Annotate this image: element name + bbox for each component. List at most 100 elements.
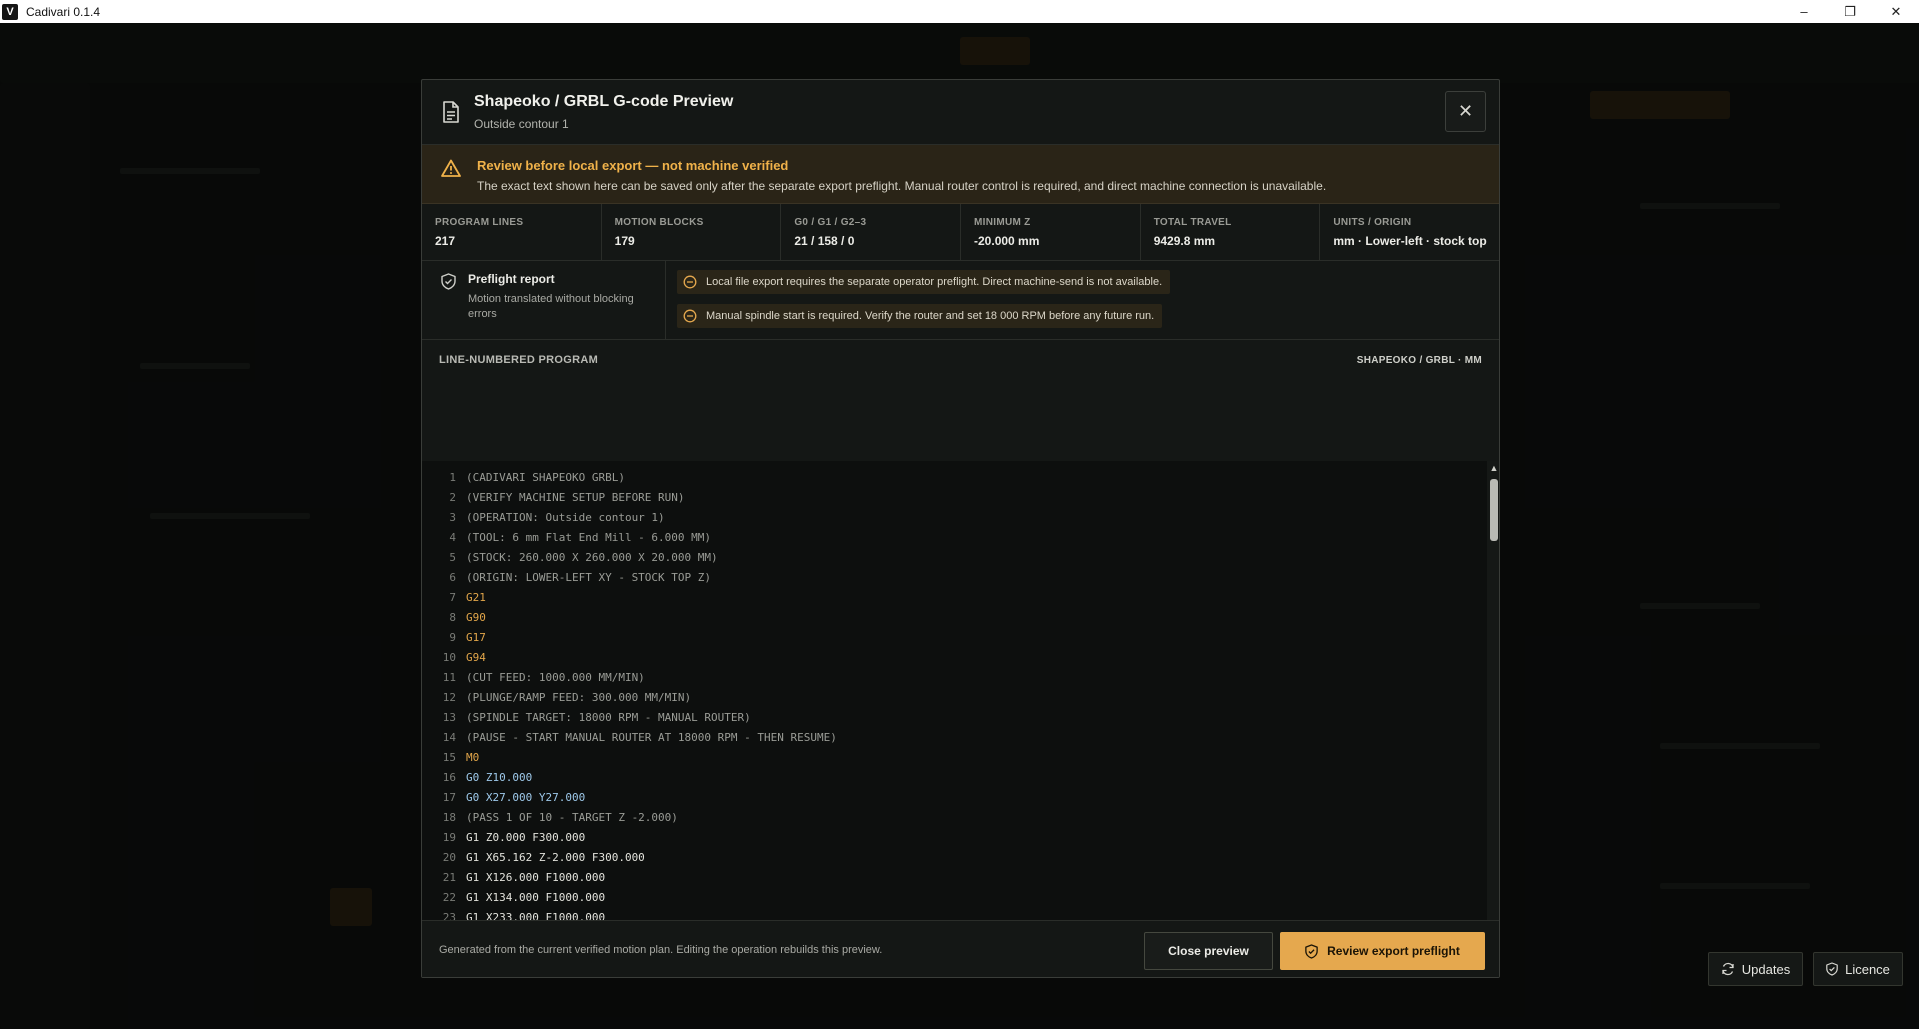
- stat-value: 179: [614, 234, 635, 248]
- code-line: 4 (TOOL: 6 mm Flat End Mill - 6.000 MM): [422, 527, 1499, 547]
- updates-button[interactable]: Updates: [1708, 952, 1803, 986]
- code-line: 16 G0 Z10.000: [422, 767, 1499, 787]
- code-line: 22 G1 X134.000 F1000.000: [422, 887, 1499, 907]
- line-code: G21: [466, 590, 486, 604]
- line-number: 9: [449, 630, 456, 644]
- preflight-note-text: Manual spindle start is required. Verify…: [706, 310, 1155, 322]
- app-logo-icon: V: [2, 3, 18, 20]
- info-circle-icon: [683, 275, 699, 289]
- code-scrollbar[interactable]: ▲ ▼: [1487, 461, 1499, 977]
- window-titlebar: V Cadivari 0.1.4 – ❐ ✕: [0, 0, 1919, 23]
- line-number: 13: [442, 710, 456, 724]
- line-number: 21: [442, 870, 456, 884]
- review-export-preflight-button[interactable]: Review export preflight: [1280, 932, 1485, 970]
- stat-label: TOTAL TRAVEL: [1153, 217, 1232, 228]
- line-code: (PASS 1 OF 10 - TARGET Z -2.000): [466, 810, 678, 824]
- code-line: 7 G21: [422, 587, 1499, 607]
- line-code: (VERIFY MACHINE SETUP BEFORE RUN): [466, 490, 685, 504]
- code-line: 17 G0 X27.000 Y27.000: [422, 787, 1499, 807]
- line-number: 3: [449, 510, 456, 524]
- code-line: 6 (ORIGIN: LOWER-LEFT XY - STOCK TOP Z): [422, 567, 1499, 587]
- stat-total-travel: TOTAL TRAVEL 9429.8 mm: [1141, 204, 1321, 260]
- window-title: Cadivari 0.1.4: [26, 4, 101, 19]
- line-code: G1 Z0.000 F300.000: [466, 830, 586, 844]
- line-number: 11: [442, 670, 456, 684]
- code-line: 21 G1 X126.000 F1000.000: [422, 867, 1499, 887]
- preflight-description: Motion translated without blocking error…: [468, 293, 634, 320]
- preflight-summary: Preflight report Motion translated witho…: [422, 261, 666, 339]
- program-machine-label: SHAPEOKO / GRBL · MM: [1356, 354, 1482, 366]
- line-code: G1 X134.000 F1000.000: [466, 890, 606, 904]
- shield-check-icon: [1826, 962, 1838, 976]
- footer-note: Generated from the current verified moti…: [439, 944, 883, 956]
- code-line: 20 G1 X65.162 Z-2.000 F300.000: [422, 847, 1499, 867]
- code-line: 3 (OPERATION: Outside contour 1): [422, 507, 1499, 527]
- shield-check-icon: [1305, 943, 1318, 959]
- scroll-up-arrow-icon[interactable]: ▲: [1489, 463, 1499, 473]
- line-number: 1: [449, 470, 456, 484]
- line-code: (STOCK: 260.000 X 260.000 X 20.000 MM): [466, 550, 718, 564]
- line-number: 5: [449, 550, 456, 564]
- preflight-report: Preflight report Motion translated witho…: [422, 261, 1499, 340]
- stat-label: PROGRAM LINES: [435, 217, 524, 228]
- licence-label: Licence: [1845, 961, 1890, 977]
- warning-text: The exact text shown here can be saved o…: [477, 179, 1327, 193]
- warning-banner: Review before local export — not machine…: [422, 145, 1499, 204]
- line-code: (CADIVARI SHAPEOKO GRBL): [466, 470, 625, 484]
- preflight-note-text: Local file export requires the separate …: [706, 276, 1163, 288]
- close-icon: ✕: [1457, 101, 1474, 121]
- line-number: 10: [442, 650, 456, 664]
- scrollbar-thumb[interactable]: [1490, 479, 1498, 541]
- code-line: 19 G1 Z0.000 F300.000: [422, 827, 1499, 847]
- shield-check-icon: [441, 273, 458, 339]
- line-code: M0: [466, 750, 480, 764]
- code-line: 18 (PASS 1 OF 10 - TARGET Z -2.000): [422, 807, 1499, 827]
- line-number: 22: [442, 890, 456, 904]
- dialog-close-button[interactable]: ✕: [1445, 91, 1486, 132]
- gcode-lines: 1 (CADIVARI SHAPEOKO GRBL) 2 (VERIFY MACHIN…: [422, 461, 1499, 978]
- line-code: G1 X126.000 F1000.000: [466, 870, 606, 884]
- dialog-footer: Generated from the current verified moti…: [422, 920, 1499, 977]
- line-code: G1 X65.162 Z-2.000 F300.000: [466, 850, 645, 864]
- review-export-preflight-label: Review export preflight: [1327, 944, 1460, 958]
- dialog-subtitle: Outside contour 1: [474, 117, 569, 131]
- line-number: 14: [442, 730, 456, 744]
- gcode-listing[interactable]: 1 (CADIVARI SHAPEOKO GRBL) 2 (VERIFY MACHIN…: [422, 461, 1499, 978]
- stat-value: 21 / 158 / 0: [794, 234, 855, 248]
- line-code: (TOOL: 6 mm Flat End Mill - 6.000 MM): [466, 530, 712, 544]
- close-preview-button[interactable]: Close preview: [1144, 932, 1273, 970]
- line-number: 15: [442, 750, 456, 764]
- stat-label: G0 / G1 / G2–3: [794, 217, 867, 228]
- window-controls: – ❐ ✕: [1781, 0, 1919, 23]
- line-number: 7: [449, 590, 456, 604]
- stat-value: mm · Lower-left · stock top: [1333, 234, 1487, 248]
- line-number: 18: [442, 810, 456, 824]
- stat-label: MINIMUM Z: [974, 217, 1031, 228]
- code-line: 1 (CADIVARI SHAPEOKO GRBL): [422, 467, 1499, 487]
- stat-value: -20.000 mm: [974, 234, 1040, 248]
- program-heading: LINE-NUMBERED PROGRAM: [439, 354, 599, 366]
- minimize-button[interactable]: –: [1781, 0, 1827, 23]
- line-number: 8: [449, 610, 456, 624]
- stat-motion-blocks: MOTION BLOCKS 179: [602, 204, 782, 260]
- code-line: 9 G17: [422, 627, 1499, 647]
- window-close-button[interactable]: ✕: [1873, 0, 1919, 23]
- stat-value: 217: [435, 234, 456, 248]
- line-number: 17: [442, 790, 456, 804]
- line-code: G90: [466, 610, 486, 624]
- code-line: 13 (SPINDLE TARGET: 18000 RPM - MANUAL RO…: [422, 707, 1499, 727]
- line-number: 19: [442, 830, 456, 844]
- line-number: 12: [442, 690, 456, 704]
- stat-label: MOTION BLOCKS: [614, 217, 704, 228]
- line-number: 16: [442, 770, 456, 784]
- info-circle-icon: [683, 309, 699, 323]
- line-code: (PLUNGE/RAMP FEED: 300.000 MM/MIN): [466, 690, 692, 704]
- updates-label: Updates: [1741, 961, 1791, 977]
- warning-icon: [441, 159, 463, 182]
- maximize-button[interactable]: ❐: [1827, 0, 1873, 23]
- licence-button[interactable]: Licence: [1813, 952, 1903, 986]
- stat-units-origin: UNITS / ORIGIN mm · Lower-left · stock t…: [1320, 204, 1499, 260]
- code-line: 12 (PLUNGE/RAMP FEED: 300.000 MM/MIN): [422, 687, 1499, 707]
- gcode-preview-dialog: Shapeoko / GRBL G-code Preview Outside c…: [421, 79, 1500, 978]
- line-code: (PAUSE - START MANUAL ROUTER AT 18000 RP…: [466, 730, 837, 744]
